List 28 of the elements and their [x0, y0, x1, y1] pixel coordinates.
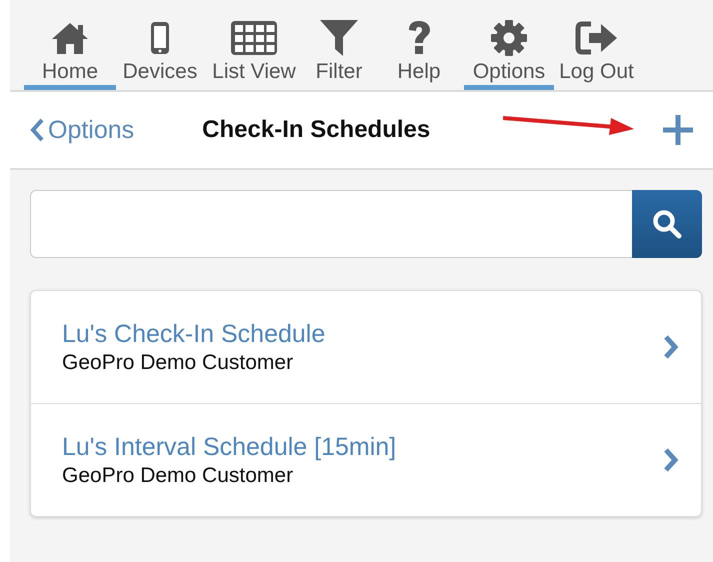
customer-name: GeoPro Demo Customer — [62, 350, 294, 374]
search-icon — [652, 209, 682, 239]
search-field[interactable] — [30, 190, 632, 258]
customer-name: GeoPro Demo Customer — [62, 464, 294, 488]
schedule-item[interactable]: Lu's Check-In Schedule GeoPro Demo Customer — [31, 291, 701, 403]
chevron-right-icon — [663, 334, 679, 360]
nav-tab[interactable]: Help — [374, 18, 464, 90]
grid-icon — [230, 20, 278, 56]
filter-icon — [319, 19, 359, 57]
plus-icon — [661, 113, 695, 147]
nav-tab[interactable]: List View — [204, 18, 304, 90]
page-title: Check-In Schedules — [202, 116, 430, 144]
nav-tab[interactable]: Devices — [116, 18, 204, 90]
nav-tab[interactable]: Filter — [304, 18, 374, 90]
phone-icon — [149, 21, 171, 55]
schedule-name: Lu's Interval Schedule [15min] — [62, 432, 396, 462]
chevron-right-icon — [663, 447, 679, 473]
help-icon — [406, 20, 432, 56]
chevron-left-icon — [30, 118, 44, 142]
back-link[interactable]: Options — [30, 116, 134, 144]
schedule-item[interactable]: Lu's Interval Schedule [15min] GeoPro Demo Customer — [31, 403, 701, 516]
nav-tab[interactable]: Log Out — [554, 18, 639, 90]
settings-icon — [490, 19, 528, 57]
logout-icon — [574, 21, 618, 55]
search-button[interactable] — [632, 190, 702, 258]
schedule-name: Lu's Check-In Schedule — [62, 320, 326, 348]
home-icon — [50, 21, 90, 55]
add-button[interactable] — [661, 113, 695, 147]
